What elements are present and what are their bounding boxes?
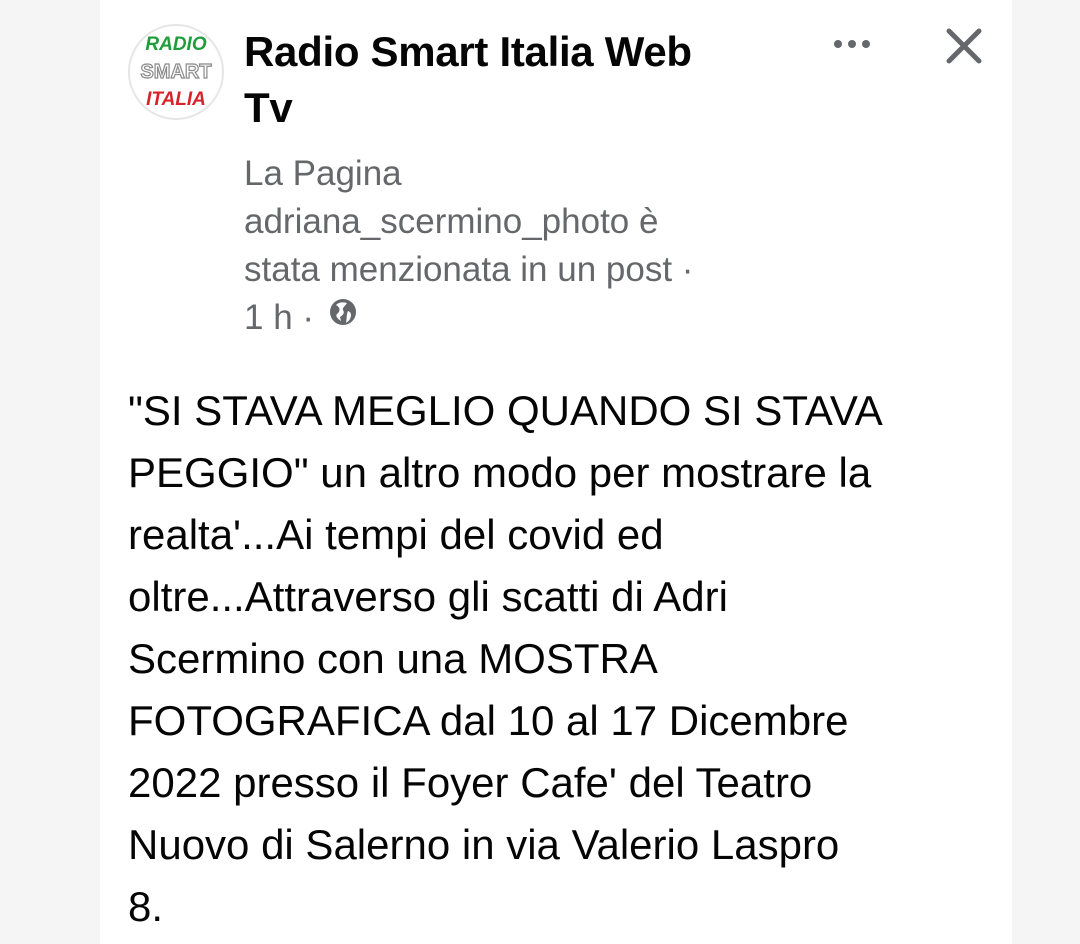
post-timestamp[interactable]: 1 h	[244, 298, 293, 337]
post-text-line: FOTOGRAFICA dal 10 al 17 Dicembre	[128, 697, 849, 744]
meta-mention-link[interactable]: adriana_scermino_photo è	[244, 198, 784, 246]
post-text-line: 8.	[128, 883, 164, 930]
post-text-line: Nuovo di Salerno in via Valerio Laspro	[128, 821, 840, 868]
meta-timestamp-row: 1 h ·	[244, 294, 784, 344]
post-text-line: 2022 presso il Foyer Cafe' del Teatro	[128, 759, 813, 806]
close-button[interactable]	[940, 22, 988, 70]
page-name-line2: Tv	[244, 84, 293, 131]
post-meta: La Pagina adriana_scermino_photo è stata…	[244, 150, 784, 344]
post-body: "SI STAVA MEGLIO QUANDO SI STAVA PEGGIO"…	[128, 380, 998, 938]
meta-line1: La Pagina	[244, 154, 402, 193]
post-text-line: PEGGIO" un altro modo per mostrare la	[128, 449, 872, 496]
page-name-link[interactable]: Radio Smart Italia Web Tv	[244, 24, 804, 136]
logo-line1: RADIO	[145, 34, 206, 55]
close-icon	[946, 28, 982, 64]
logo-line3: ITALIA	[146, 89, 206, 110]
logo-line2: SMART	[140, 61, 211, 83]
page-name-line1: Radio Smart Italia Web	[244, 28, 692, 75]
meta-separator: ·	[292, 298, 324, 337]
more-options-icon	[834, 40, 870, 48]
post-text-line: oltre...Attraverso gli scatti di Adri	[128, 573, 728, 620]
page-avatar[interactable]: RADIO SMART ITALIA	[128, 24, 224, 120]
post-text-line: "SI STAVA MEGLIO QUANDO SI STAVA	[128, 387, 883, 434]
more-options-button[interactable]	[826, 24, 878, 64]
globe-icon	[328, 292, 358, 340]
post-text-line: Scermino con una MOSTRA	[128, 635, 658, 682]
post-text-line: realta'...Ai tempi del covid ed	[128, 511, 664, 558]
meta-line3: stata menzionata in un post ·	[244, 250, 694, 289]
radio-smart-italia-logo-icon: RADIO SMART ITALIA	[130, 26, 222, 118]
